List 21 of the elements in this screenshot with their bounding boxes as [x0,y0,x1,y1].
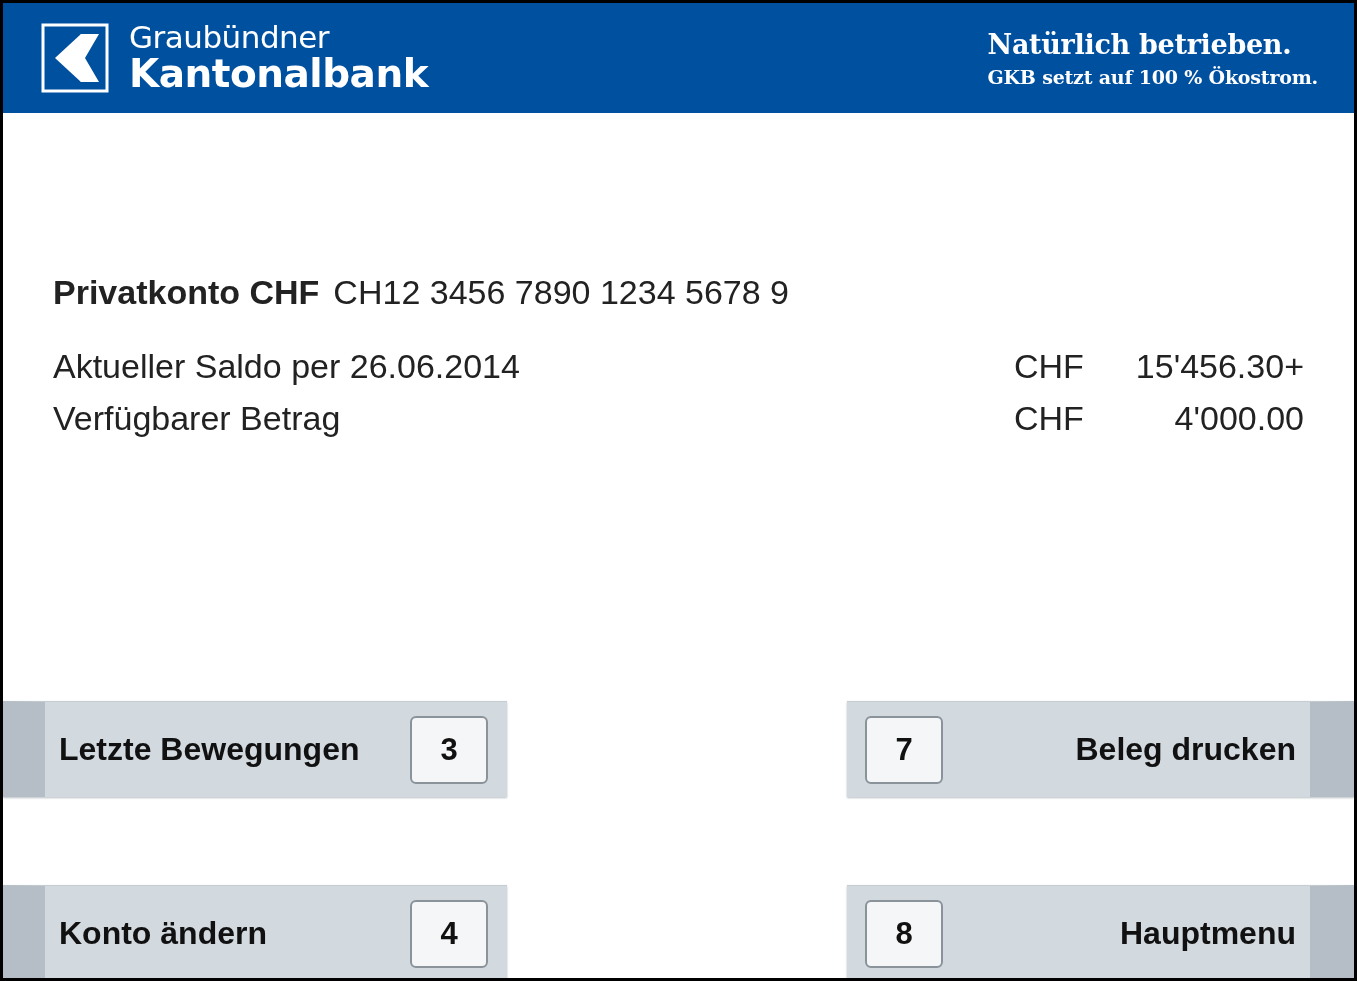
menu-button[interactable]: 8 Hauptmenu [847,885,1354,978]
account-number: CH12 3456 7890 1234 5678 9 [333,273,789,312]
balance-amount: 4'000.00 [1173,398,1304,438]
bank-name: Kantonalbank [129,53,429,95]
slogan: Natürlich betrieben. [987,28,1292,60]
balance-amount: 15'456.30+ [1134,346,1304,386]
key-number: 8 [865,899,943,968]
logo-icon [41,23,109,93]
balance-label: Aktueller Saldo per 26.06.2014 [53,346,521,386]
key-number: 7 [865,715,943,784]
slogan-subtitle: GKB setzt auf 100 % Ökostrom. [987,65,1318,88]
key-number: 4 [410,899,488,968]
menu-button[interactable]: Letzte Bewegungen 3 [3,701,507,797]
currency-label: CHF [1014,346,1085,386]
key-number: 3 [410,715,488,784]
currency-label: CHF [1014,398,1085,438]
menu-button[interactable]: Konto ändern 4 [3,885,507,978]
balance-label: Verfügbarer Betrag [53,398,342,438]
bank-name: Graubündner [129,21,331,54]
menu-button[interactable]: 7 Beleg drucken [847,701,1354,797]
account-name: Privatkonto CHF [53,273,320,312]
